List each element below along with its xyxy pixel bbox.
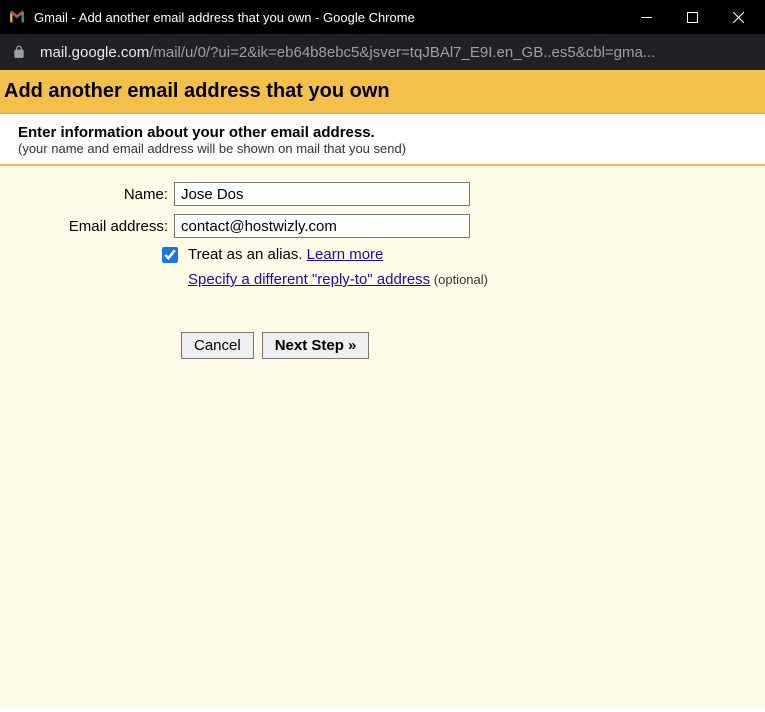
close-button[interactable] (715, 0, 761, 34)
sub-header-note: (your name and email address will be sho… (18, 141, 747, 156)
alias-row: Treat as an alias. Learn more (18, 246, 747, 263)
window-titlebar: Gmail - Add another email address that y… (0, 0, 765, 34)
sub-header-title: Enter information about your other email… (18, 124, 747, 141)
optional-text: (optional) (430, 272, 488, 287)
sub-header: Enter information about your other email… (0, 114, 765, 166)
next-step-button[interactable]: Next Step » (262, 332, 370, 359)
page-content: Add another email address that you own E… (0, 70, 765, 712)
url-host: mail.google.com (40, 44, 149, 61)
cancel-button[interactable]: Cancel (181, 332, 254, 359)
alias-label: Treat as an alias. Learn more (188, 246, 383, 263)
alias-checkbox[interactable] (162, 247, 178, 263)
url-text: mail.google.com/mail/u/0/?ui=2&ik=eb64b8… (40, 44, 753, 61)
name-row: Name: (18, 182, 747, 206)
reply-to-link[interactable]: Specify a different "reply-to" address (188, 271, 430, 288)
page-title: Add another email address that you own (0, 70, 765, 114)
address-bar[interactable]: mail.google.com/mail/u/0/?ui=2&ik=eb64b8… (0, 34, 765, 70)
email-label: Email address: (18, 218, 174, 235)
gmail-icon (8, 8, 26, 26)
reply-to-row: Specify a different "reply-to" address (… (18, 271, 747, 288)
name-input[interactable] (174, 182, 470, 206)
email-input[interactable] (174, 214, 470, 238)
lock-icon (12, 45, 26, 59)
url-path: /mail/u/0/?ui=2&ik=eb64b8ebc5&jsver=tqJB… (149, 44, 655, 61)
minimize-button[interactable] (623, 0, 669, 34)
button-row: Cancel Next Step » (18, 332, 747, 359)
email-row: Email address: (18, 214, 747, 238)
window-controls (623, 0, 761, 34)
maximize-button[interactable] (669, 0, 715, 34)
form-area: Name: Email address: Treat as an alias. … (0, 166, 765, 708)
window-title: Gmail - Add another email address that y… (34, 10, 623, 25)
learn-more-link[interactable]: Learn more (307, 246, 384, 263)
name-label: Name: (18, 186, 174, 203)
